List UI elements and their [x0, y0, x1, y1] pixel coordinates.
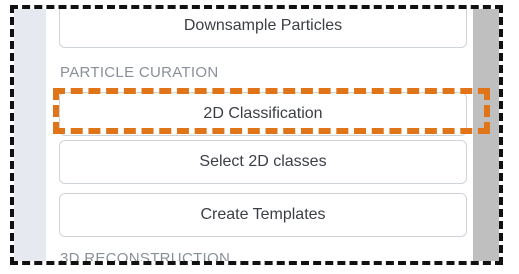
select-2d-classes-button[interactable]: Select 2D classes: [59, 140, 467, 184]
workflow-panel: Downsample Particles PARTICLE CURATION 2…: [46, 9, 473, 261]
screenshot-canvas: Downsample Particles PARTICLE CURATION 2…: [0, 0, 519, 274]
downsample-particles-button[interactable]: Downsample Particles: [59, 9, 467, 48]
section-label-particle-curation: PARTICLE CURATION: [60, 64, 219, 81]
scrollbar-track[interactable]: [473, 9, 499, 261]
2d-classification-button[interactable]: 2D Classification: [59, 92, 467, 136]
create-templates-button[interactable]: Create Templates: [59, 193, 467, 237]
outer-dashed-frame: Downsample Particles PARTICLE CURATION 2…: [10, 5, 503, 265]
section-label-3d-reconstruction: 3D RECONSTRUCTION: [60, 250, 231, 265]
left-sidebar-strip: [14, 9, 46, 261]
